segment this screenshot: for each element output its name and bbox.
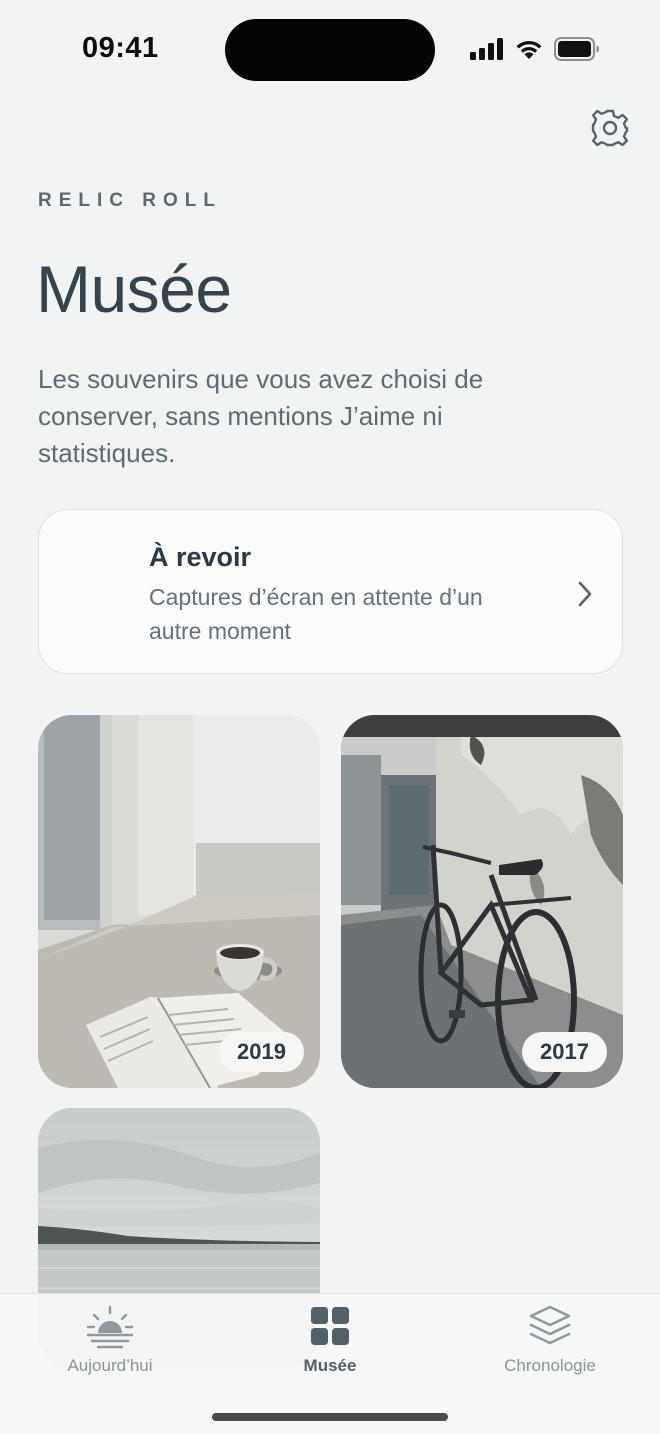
year-badge: 2017 [522,1032,607,1072]
tab-bar: Aujourd’hui Musée Chronologie [0,1293,660,1434]
dynamic-island [225,19,435,81]
tab-today[interactable]: Aujourd’hui [30,1302,190,1382]
tab-label: Aujourd’hui [67,1356,153,1375]
home-indicator [212,1413,448,1421]
photo-tile[interactable]: 2019 [38,715,320,1088]
status-time: 09:41 [82,32,159,64]
cellular-signal-icon [470,38,503,60]
grid-icon [305,1302,355,1350]
sunrise-icon [85,1302,135,1350]
battery-icon [554,37,599,61]
wifi-icon [516,40,542,59]
tab-timeline[interactable]: Chronologie [470,1302,630,1382]
gear-icon [591,109,629,147]
app-screen: 09:41 RELIC ROLL Musée Les souvenirs que… [0,0,660,1434]
layers-icon [525,1302,575,1350]
tab-label: Musée [303,1356,357,1375]
revisit-description: Captures d’écran en attente d’un autre m… [149,584,483,644]
brand-name: RELIC ROLL [38,190,222,211]
settings-button[interactable] [588,106,632,150]
tab-museum[interactable]: Musée [250,1302,410,1382]
year-badge: 2019 [219,1032,304,1072]
page-subtitle: Les souvenirs que vous avez choisi de co… [38,364,484,468]
revisit-card[interactable]: À revoir Captures d’écran en attente d’u… [38,509,623,674]
tab-label: Chronologie [504,1356,596,1375]
revisit-title: À revoir [149,542,252,572]
page-title: Musée [36,252,232,326]
chevron-right-icon [578,581,592,607]
status-icons [470,36,600,62]
photo-tile[interactable]: 2017 [341,715,623,1088]
